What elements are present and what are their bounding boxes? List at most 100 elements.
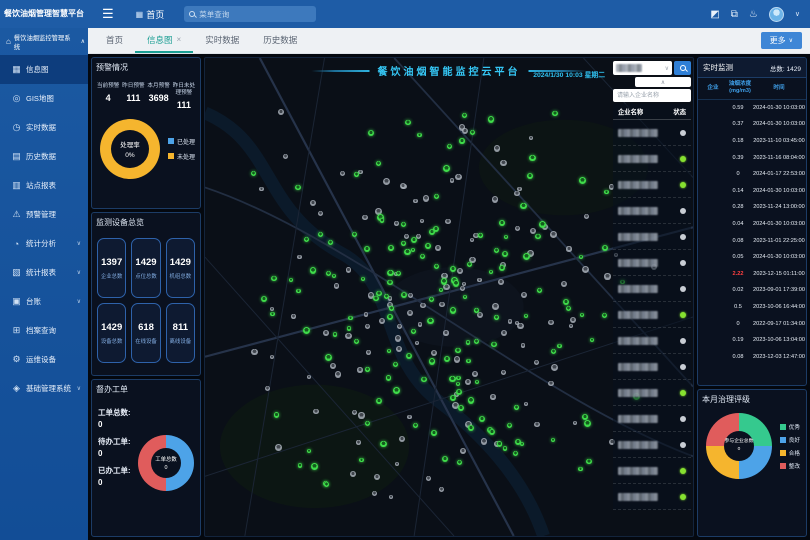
sidebar-item[interactable]: ▧ 统计报表 ∨ [0, 258, 88, 287]
tab[interactable]: 实时数据 [193, 28, 251, 53]
menu-search-box[interactable] [184, 6, 316, 22]
table-row[interactable]: 0.5 2023-10-06 16:44:00 [698, 299, 806, 316]
selected-value-redacted [616, 64, 642, 72]
company-row[interactable] [613, 250, 691, 276]
company-row[interactable] [613, 406, 691, 432]
avatar[interactable] [769, 7, 784, 22]
sidebar-item[interactable]: ▣ 台账 ∨ [0, 287, 88, 316]
breadcrumb[interactable]: ▦ 首页 [136, 8, 165, 21]
realtime-header: 企业 油烟浓度(mg/m3) 时间 [698, 78, 806, 100]
company-row[interactable] [613, 224, 691, 250]
map-view[interactable]: 餐饮油烟智能监控云平台 2024/1/30 10:03 星期二 ∨ [204, 57, 694, 537]
sidebar-item[interactable]: ⚠ 预警管理 [0, 200, 88, 229]
sidebar-item[interactable]: ▤ 历史数据 [0, 142, 88, 171]
sidebar-item[interactable]: ◔ 统计分析 ∨ [0, 229, 88, 258]
sidebar-item-label: 档案查询 [26, 325, 56, 336]
company-search-input[interactable] [613, 89, 691, 102]
sidebar-item[interactable]: ◷ 实时数据 [0, 113, 88, 142]
workorder-donut-chart: 工单总数 0 [138, 435, 194, 491]
status-dot [680, 390, 686, 396]
sidebar-item-label: 实时数据 [26, 122, 56, 133]
tab[interactable]: 历史数据 [251, 28, 309, 53]
company-name-redacted [618, 493, 658, 501]
device-card: 1429 点位总数 [131, 238, 160, 298]
status-dot [680, 182, 686, 188]
company-row[interactable] [613, 198, 691, 224]
company-row[interactable] [613, 354, 691, 380]
hamburger-icon[interactable]: ☰ [102, 6, 114, 22]
alarm-stat: 昨日预警 111 [121, 83, 145, 110]
app-title: 餐饮油烟管理智慧平台 [0, 10, 88, 19]
alarm-panel-title: 预警情况 [96, 62, 196, 73]
theme-icon[interactable]: ◩ [710, 9, 719, 20]
company-row[interactable] [613, 484, 691, 510]
search-icon [189, 11, 195, 17]
tab[interactable]: 首页 [94, 28, 135, 53]
status-dot [680, 338, 686, 344]
table-row[interactable]: 2.22 2023-12-15 01:11:00 [698, 265, 806, 282]
flame-icon[interactable]: ♨ [749, 9, 758, 20]
company-row[interactable] [613, 302, 691, 328]
sidebar-item[interactable]: ⊞ 档案查询 [0, 316, 88, 345]
close-icon[interactable]: × [177, 35, 182, 44]
menu-search-input[interactable] [199, 10, 311, 19]
sidebar-item[interactable]: ◈ 基础管理系统 ∨ [0, 374, 88, 403]
table-row[interactable]: 0 2022-09-17 01:34:00 [698, 315, 806, 332]
more-button[interactable]: 更多 ∨ [761, 32, 802, 49]
sidebar-item-label: 信息图 [26, 64, 49, 75]
table-row[interactable]: 0.19 2023-10-06 13:04:00 [698, 332, 806, 349]
company-row[interactable] [613, 172, 691, 198]
chevron-down-icon: ∨ [77, 385, 81, 392]
company-row[interactable] [613, 458, 691, 484]
table-row[interactable]: 0.18 2023-11-10 03:45:00 [698, 133, 806, 150]
table-row[interactable]: 0.04 2024-01-30 10:03:00 [698, 216, 806, 233]
clock-icon: ◷ [11, 122, 22, 133]
table-row[interactable]: 0.08 2023-11-01 22:25:00 [698, 232, 806, 249]
chevron-down-icon: ∨ [77, 269, 81, 276]
company-row[interactable] [613, 380, 691, 406]
ledger-icon: ▣ [11, 296, 22, 307]
company-name-redacted [618, 155, 658, 163]
workorder-panel-title: 督办工单 [96, 384, 196, 395]
table-row[interactable]: 0.08 2023-12-03 12:47:00 [698, 348, 806, 365]
collapse-toggle[interactable]: ∧ [635, 77, 691, 87]
table-row[interactable]: 0.05 2024-01-30 10:03:00 [698, 249, 806, 266]
region-select[interactable]: ∨ [613, 61, 672, 75]
table-row[interactable]: 0 2024-01-17 22:53:00 [698, 166, 806, 183]
table-row[interactable]: 0.39 2023-11-16 08:04:00 [698, 149, 806, 166]
workorder-donut-label: 工单总数 [155, 455, 177, 463]
table-row[interactable]: 0.14 2024-01-30 10:03:00 [698, 183, 806, 200]
sidebar-system-header[interactable]: ⌂ 餐饮油烟监控管理系统 ∧ [0, 28, 88, 55]
chevron-down-icon: ∨ [77, 298, 81, 305]
company-row[interactable] [613, 328, 691, 354]
tab[interactable]: 信息图 × [135, 28, 193, 53]
devices-panel: 监测设备总览 1397 企业总数 1429 [91, 212, 201, 376]
screenshot-icon[interactable]: ⧉ [731, 9, 738, 20]
company-name-redacted [618, 129, 658, 137]
chevron-down-icon[interactable]: ∨ [795, 10, 800, 18]
status-col-header: 状态 [673, 107, 686, 116]
sidebar-item[interactable]: ◎ GIS地图 [0, 84, 88, 113]
sidebar-item[interactable]: ⚙ 运维设备 [0, 345, 88, 374]
history-icon: ▤ [11, 151, 22, 162]
table-row[interactable]: 0.59 2024-01-30 10:03:00 [698, 100, 806, 117]
company-overlay: ∨ ∧ 企业名称 状态 [613, 61, 691, 510]
company-row[interactable] [613, 120, 691, 146]
device-card: 1429 设备总数 [97, 303, 126, 363]
company-rows [613, 120, 691, 510]
device-card: 1397 企业总数 [97, 238, 126, 298]
table-row[interactable]: 0.02 2023-09-01 17:39:00 [698, 282, 806, 299]
sidebar-item[interactable]: ▥ 站点报表 [0, 171, 88, 200]
table-row[interactable]: 0.28 2023-11-24 13:00:00 [698, 199, 806, 216]
company-row[interactable] [613, 432, 691, 458]
home-icon: ⌂ [6, 37, 11, 46]
sidebar-item[interactable]: ▦ 信息图 [0, 55, 88, 84]
company-row[interactable] [613, 146, 691, 172]
more-label: 更多 [770, 35, 786, 46]
rating-panel: 本月治理评级 参与企业总数 0 [697, 389, 807, 537]
search-button[interactable] [674, 61, 691, 75]
company-name-redacted [618, 467, 658, 475]
table-row[interactable]: 0.37 2024-01-30 10:03:00 [698, 116, 806, 133]
chevron-up-icon: ∧ [81, 38, 85, 45]
company-row[interactable] [613, 276, 691, 302]
